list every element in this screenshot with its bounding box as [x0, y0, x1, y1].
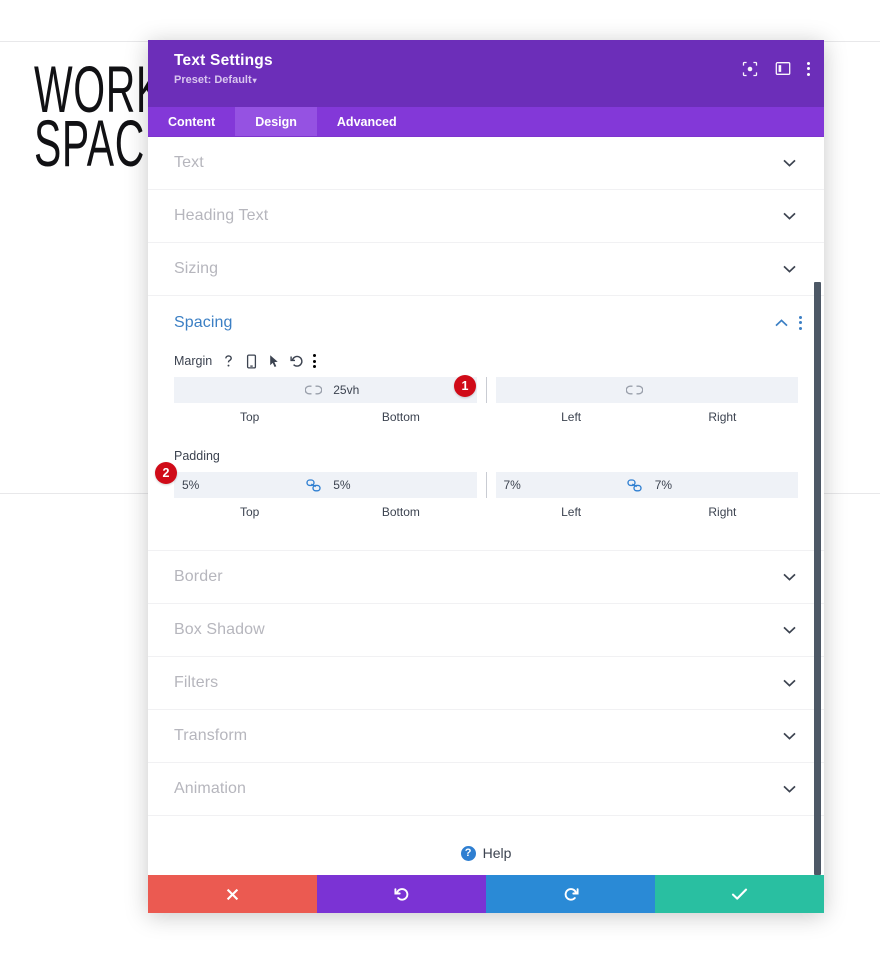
section-spacing-label: Spacing	[174, 313, 233, 331]
tab-design[interactable]: Design	[235, 107, 317, 136]
chevron-down-icon	[783, 154, 796, 172]
padding-vertical-group: 5% 5%	[174, 472, 477, 498]
more-options-icon[interactable]	[807, 61, 810, 76]
margin-top-caption: Top	[239, 410, 260, 424]
section-text-label: Text	[174, 154, 204, 171]
preset-selector[interactable]: Preset: Default▾	[174, 74, 806, 86]
link-connected-icon[interactable]	[300, 472, 327, 498]
section-border[interactable]: Border	[148, 551, 824, 604]
focus-target-icon[interactable]	[741, 60, 758, 77]
split-view-icon[interactable]	[774, 60, 791, 77]
modal-scrollbar[interactable]	[814, 282, 821, 875]
padding-horizontal-group: 7% 7%	[495, 472, 798, 498]
tab-advanced[interactable]: Advanced	[317, 107, 417, 136]
field-group-divider	[485, 377, 487, 403]
section-animation-label: Animation	[174, 780, 247, 797]
padding-captions-row: Top Bottom Left Right	[174, 498, 798, 524]
chevron-down-icon	[783, 260, 796, 278]
section-text[interactable]: Text	[148, 137, 824, 190]
margin-right-caption: Right	[708, 410, 737, 424]
section-border-label: Border	[174, 568, 223, 585]
section-spacing-header[interactable]: Spacing	[148, 296, 824, 349]
margin-label: Margin	[174, 354, 213, 368]
padding-bottom-cell: 5%	[325, 472, 477, 498]
link-broken-icon[interactable]	[300, 377, 327, 403]
padding-right-field[interactable]: 7%	[646, 472, 798, 498]
hover-cursor-icon[interactable]	[267, 354, 281, 369]
section-transform[interactable]: Transform	[148, 710, 824, 763]
help-link[interactable]: ? Help	[148, 816, 824, 875]
more-options-icon[interactable]	[799, 315, 802, 330]
help-label: Help	[482, 845, 512, 861]
padding-top-caption: Top	[239, 505, 260, 519]
section-spacing: Spacing Margin 25vh Top Bottom Left Righ…	[148, 296, 824, 551]
reset-icon[interactable]	[290, 354, 304, 369]
section-box-shadow[interactable]: Box Shadow	[148, 604, 824, 657]
chevron-down-icon: ▾	[252, 76, 257, 85]
section-sizing-label: Sizing	[174, 260, 219, 277]
modal-header-actions	[741, 60, 810, 77]
padding-label: Padding	[174, 449, 220, 463]
undo-button[interactable]	[317, 875, 486, 913]
padding-left-caption: Left	[561, 505, 582, 519]
spacing-controls: Margin 25vh Top Bottom Left Right Paddin…	[148, 349, 824, 550]
padding-right-cell: 7%	[646, 472, 798, 498]
margin-right-cell	[646, 377, 798, 403]
responsive-mobile-icon[interactable]	[244, 353, 258, 369]
margin-label-row: Margin	[174, 349, 798, 373]
chevron-down-icon	[783, 568, 796, 586]
margin-captions-row: Top Bottom Left Right	[174, 403, 798, 429]
margin-left-caption: Left	[561, 410, 582, 424]
chevron-up-icon[interactable]	[775, 314, 788, 332]
chevron-down-icon	[783, 780, 796, 798]
modal-body: Text Heading Text Sizing Spacing Margin …	[148, 137, 824, 875]
modal-title: Text Settings	[174, 52, 273, 69]
section-sizing[interactable]: Sizing	[148, 243, 824, 296]
chevron-down-icon	[783, 727, 796, 745]
padding-fields-row: 5% 5% 7% 7%	[174, 472, 798, 498]
chevron-down-icon	[783, 207, 796, 225]
modal-tabs: Content Design Advanced	[148, 107, 824, 137]
margin-horizontal-group	[495, 377, 798, 403]
margin-right-field[interactable]	[646, 377, 798, 403]
annotation-badge-1: 1	[454, 375, 476, 397]
section-heading-text[interactable]: Heading Text	[148, 190, 824, 243]
chevron-down-icon	[783, 621, 796, 639]
section-filters[interactable]: Filters	[148, 657, 824, 710]
section-animation[interactable]: Animation	[148, 763, 824, 816]
tab-content[interactable]: Content	[148, 107, 235, 136]
save-button[interactable]	[655, 875, 824, 913]
modal-header: Text Settings Preset: Default▾	[148, 40, 824, 107]
help-icon[interactable]	[221, 354, 235, 369]
link-connected-icon[interactable]	[621, 472, 648, 498]
field-group-divider	[485, 472, 487, 498]
padding-bottom-caption: Bottom	[381, 505, 420, 519]
preset-label: Preset: Default	[174, 74, 252, 86]
margin-bottom-caption: Bottom	[381, 410, 420, 424]
margin-top-cell	[174, 377, 327, 403]
padding-right-caption: Right	[708, 505, 737, 519]
annotation-badge-2: 2	[155, 462, 177, 484]
more-options-icon[interactable]	[313, 354, 317, 369]
margin-vertical-group: 25vh	[174, 377, 477, 403]
text-settings-modal: Text Settings Preset: Default▾ Content D…	[148, 40, 824, 913]
modal-footer	[148, 875, 824, 913]
cancel-button[interactable]	[148, 875, 317, 913]
link-broken-icon[interactable]	[621, 377, 648, 403]
section-transform-label: Transform	[174, 727, 248, 744]
help-icon: ?	[460, 845, 476, 861]
section-box-shadow-label: Box Shadow	[174, 621, 265, 638]
section-filters-label: Filters	[174, 674, 219, 691]
padding-left-cell: 7%	[495, 472, 648, 498]
section-spacing-actions	[775, 314, 802, 332]
margin-left-cell	[495, 377, 648, 403]
padding-bottom-field[interactable]: 5%	[325, 472, 477, 498]
padding-label-row: Padding	[174, 444, 798, 468]
section-heading-text-label: Heading Text	[174, 207, 269, 224]
chevron-down-icon	[783, 674, 796, 692]
padding-top-cell: 5%	[174, 472, 327, 498]
margin-fields-row: 25vh	[174, 377, 798, 403]
redo-button[interactable]	[486, 875, 655, 913]
